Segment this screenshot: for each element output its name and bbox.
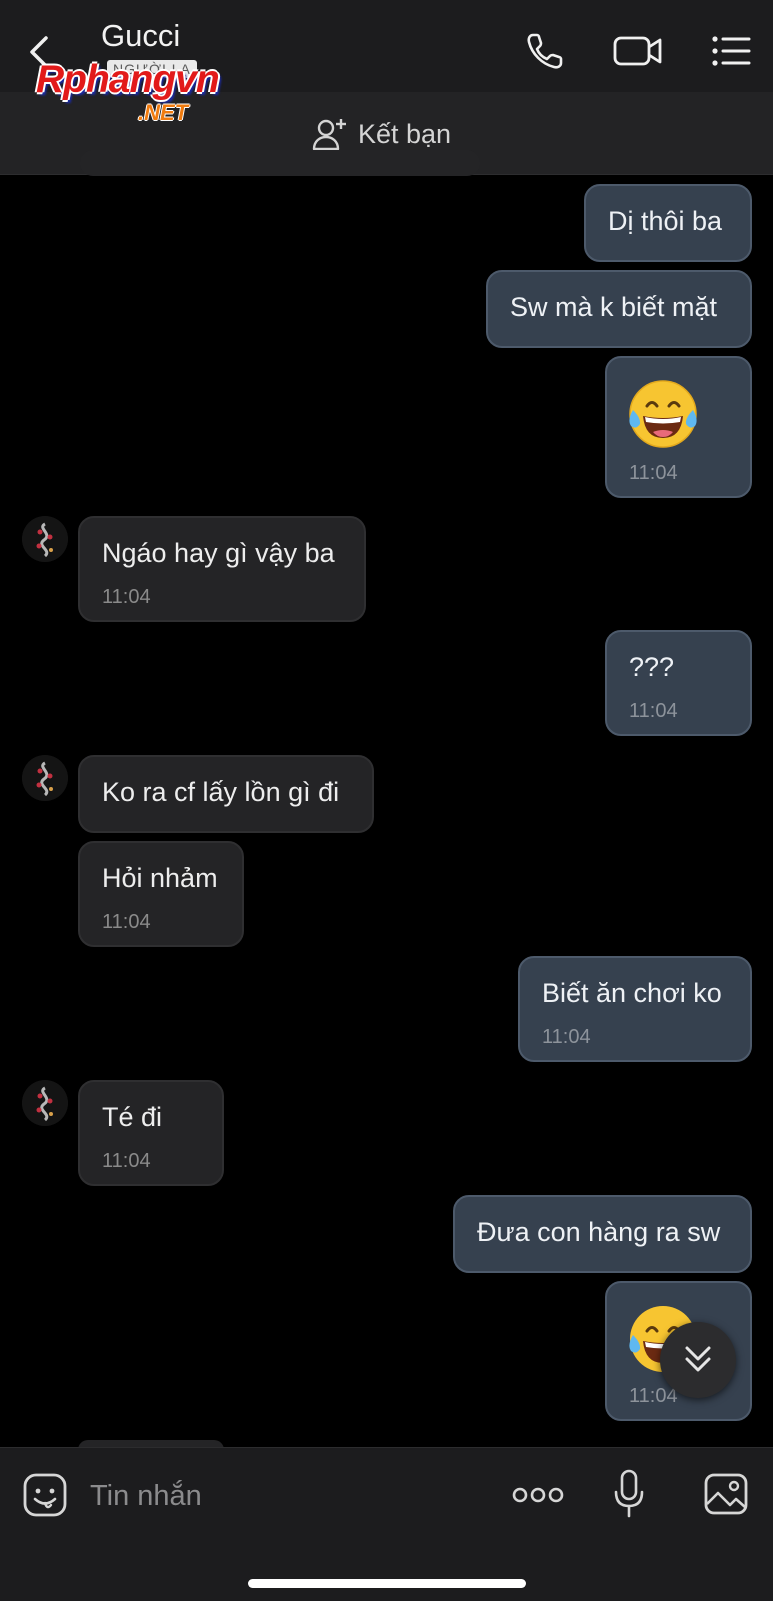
clipped-message-bubble <box>80 150 480 176</box>
message-bubble-outgoing[interactable]: 11:04 <box>605 356 752 498</box>
message-time: 11:04 <box>102 1150 151 1172</box>
message-bubble-incoming[interactable]: Té đi 11:04 <box>78 1080 224 1186</box>
add-person-icon <box>312 119 346 151</box>
message-composer <box>0 1447 773 1601</box>
sticker-emoji-icon[interactable] <box>22 1472 68 1518</box>
message-time: 11:04 <box>629 462 678 484</box>
message-bubble-incoming[interactable]: Hỏi nhảm 11:04 <box>78 841 244 947</box>
message-text: Dị thôi ba <box>608 206 723 236</box>
watermark-main-text: Rphangvn <box>36 58 220 101</box>
home-indicator[interactable] <box>248 1579 526 1588</box>
message-bubble-outgoing[interactable]: ??? 11:04 <box>605 630 752 736</box>
watermark-logo: Rphangvn .NET <box>36 58 276 132</box>
message-bubble-incoming[interactable]: Ngáo hay gì vậy ba 11:04 <box>78 516 366 622</box>
more-options-icon[interactable] <box>512 1484 564 1506</box>
scroll-to-bottom-button[interactable] <box>660 1322 736 1398</box>
message-bubble-outgoing[interactable]: Đưa con hàng ra sw <box>453 1195 752 1273</box>
message-text: ??? <box>629 652 675 682</box>
message-text: Sw mà k biết mặt <box>510 292 718 322</box>
message-input[interactable] <box>88 1470 492 1522</box>
contact-avatar[interactable] <box>22 1080 68 1126</box>
message-bubble-outgoing[interactable]: Biết ăn chơi ko 11:04 <box>518 956 752 1062</box>
message-time: 11:04 <box>102 586 151 608</box>
message-text: Biết ăn chơi ko <box>542 978 722 1008</box>
message-text: Té đi <box>102 1102 163 1132</box>
laughing-tears-emoji-icon <box>629 380 697 448</box>
double-chevron-down-icon <box>685 1346 711 1372</box>
message-text: Hỏi nhảm <box>102 863 218 893</box>
message-time: 11:04 <box>542 1026 591 1048</box>
message-text: Đưa con hàng ra sw <box>477 1217 721 1247</box>
contact-avatar[interactable] <box>22 516 68 562</box>
message-bubble-incoming[interactable]: Ko ra cf lấy lồn gì đi <box>78 755 374 833</box>
microphone-icon[interactable] <box>612 1468 646 1520</box>
add-friend-label: Kết bạn <box>358 118 452 149</box>
message-bubble-outgoing[interactable]: Dị thôi ba <box>584 184 752 262</box>
menu-list-icon[interactable] <box>710 30 752 72</box>
contact-avatar[interactable] <box>22 755 68 801</box>
watermark-sub-text: .NET <box>138 100 189 125</box>
phone-call-icon[interactable] <box>524 30 566 72</box>
video-call-icon[interactable] <box>612 30 664 72</box>
image-gallery-icon[interactable] <box>703 1472 749 1516</box>
message-text: Ko ra cf lấy lồn gì đi <box>102 777 340 807</box>
message-bubble-outgoing[interactable]: Sw mà k biết mặt <box>486 270 752 348</box>
message-time: 11:04 <box>629 700 678 722</box>
message-text: Ngáo hay gì vậy ba <box>102 538 335 568</box>
contact-name[interactable]: Gucci <box>101 18 180 54</box>
message-time: 11:04 <box>102 911 151 933</box>
